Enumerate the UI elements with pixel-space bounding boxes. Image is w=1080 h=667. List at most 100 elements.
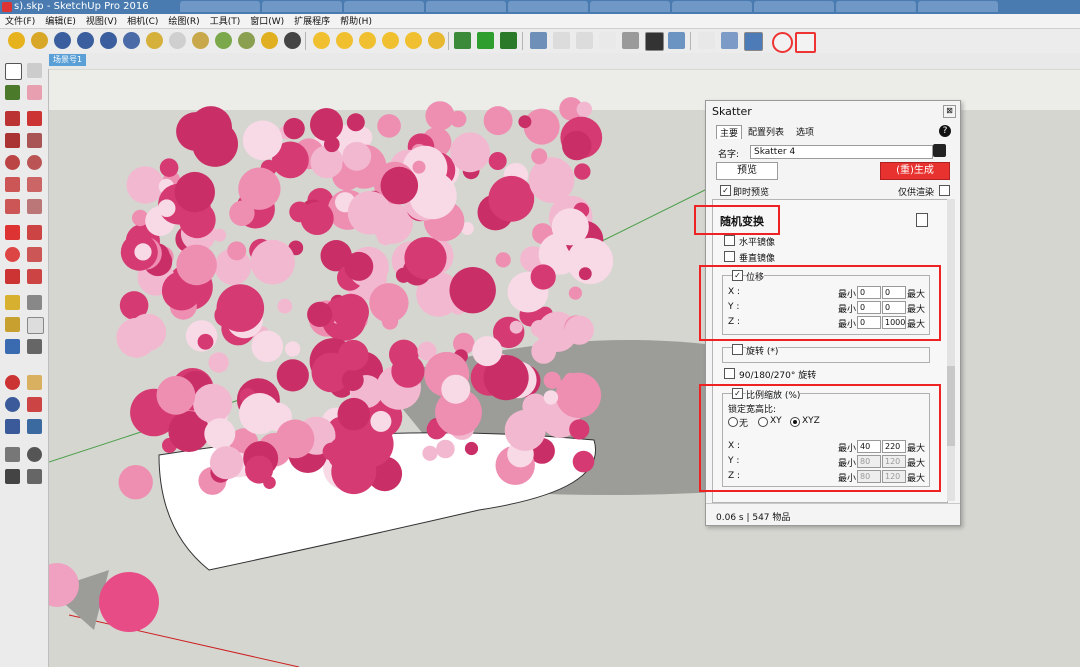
pie-icon[interactable]	[27, 199, 42, 214]
two-point-arc-icon[interactable]	[27, 177, 42, 192]
text-icon[interactable]	[27, 317, 44, 334]
section-plane-icon[interactable]	[721, 32, 738, 49]
menu-extensions[interactable]: 扩展程序	[289, 15, 335, 29]
live-preview-checkbox[interactable]: ✓	[720, 185, 731, 196]
dimension-icon[interactable]	[27, 295, 42, 310]
eraser-icon[interactable]	[27, 85, 42, 100]
tree-icon[interactable]	[238, 32, 255, 49]
menu-edit[interactable]: 编辑(E)	[40, 15, 81, 29]
light-bulb-icon[interactable]	[313, 32, 330, 49]
rotate-icon[interactable]	[5, 247, 20, 262]
shaded-icon[interactable]	[622, 32, 639, 49]
dome-light-icon[interactable]	[382, 32, 399, 49]
circle-icon[interactable]	[5, 155, 20, 170]
skatter-library-icon[interactable]	[477, 32, 494, 49]
look-around-icon[interactable]	[27, 447, 42, 462]
paint-bucket-icon[interactable]	[5, 85, 20, 100]
box-icon[interactable]	[530, 32, 547, 49]
component-icon[interactable]	[27, 63, 42, 78]
scrollbar-thumb[interactable]	[947, 366, 955, 446]
preview-button[interactable]: 预览	[716, 162, 778, 180]
menu-draw[interactable]: 绘图(R)	[163, 15, 204, 29]
spot-light-icon[interactable]	[336, 32, 353, 49]
freehand-icon[interactable]	[27, 111, 42, 126]
menu-camera[interactable]: 相机(C)	[122, 15, 163, 29]
menu-view[interactable]: 视图(V)	[81, 15, 122, 29]
rectangle-icon[interactable]	[5, 133, 20, 148]
rotated-rectangle-icon[interactable]	[27, 133, 42, 148]
tape-measure-icon[interactable]	[5, 295, 20, 310]
plant-icon[interactable]	[215, 32, 232, 49]
box-outline-icon[interactable]	[553, 32, 570, 49]
settings-icon[interactable]	[261, 32, 278, 49]
save-icon[interactable]	[933, 144, 946, 157]
cone-light-icon[interactable]	[359, 32, 376, 49]
skatter-tools-icon[interactable]	[500, 32, 517, 49]
scrollbar-track[interactable]	[947, 199, 955, 501]
sphere	[227, 241, 247, 261]
gear-icon[interactable]	[772, 32, 793, 53]
scale-icon[interactable]	[5, 269, 20, 284]
render-m-icon[interactable]	[8, 32, 25, 49]
line-icon[interactable]	[5, 111, 20, 126]
hidden-line-icon[interactable]	[599, 32, 616, 49]
protractor-icon[interactable]	[5, 317, 20, 332]
3d-text-icon[interactable]	[27, 339, 42, 354]
menu-help[interactable]: 帮助(H)	[335, 15, 377, 29]
tag-icon[interactable]	[146, 32, 163, 49]
collapse-icon[interactable]	[916, 213, 928, 227]
push-pull-icon[interactable]	[27, 225, 42, 240]
position-camera-icon[interactable]	[5, 447, 20, 462]
sun-icon[interactable]	[405, 32, 422, 49]
zoom-extents-icon[interactable]	[5, 419, 20, 434]
mirror-h-checkbox[interactable]	[724, 235, 735, 246]
rotation-90-checkbox[interactable]	[724, 368, 735, 379]
zoom-icon[interactable]	[5, 397, 20, 412]
arc-icon[interactable]	[5, 177, 20, 192]
render-br-icon[interactable]	[100, 32, 117, 49]
scene-tab[interactable]: 场景号1	[49, 54, 87, 66]
section-display-icon[interactable]	[744, 32, 763, 51]
menu-tools[interactable]: 工具(T)	[205, 15, 246, 29]
menu-file[interactable]: 文件(F)	[0, 15, 40, 29]
light-icon[interactable]	[192, 32, 209, 49]
pause-icon[interactable]	[284, 32, 301, 49]
textured-icon[interactable]	[645, 32, 664, 51]
help-icon[interactable]: ?	[939, 125, 951, 137]
close-icon[interactable]: ⊠	[943, 105, 956, 118]
material-icon[interactable]	[31, 32, 48, 49]
three-point-arc-icon[interactable]	[5, 199, 20, 214]
orbit-icon[interactable]	[5, 375, 20, 390]
grid-icon[interactable]	[795, 32, 816, 53]
zoom-window-icon[interactable]	[27, 397, 42, 412]
polygon-icon[interactable]	[27, 155, 42, 170]
menu-window[interactable]: 窗口(W)	[245, 15, 289, 29]
pan-icon[interactable]	[27, 375, 42, 390]
move-icon[interactable]	[5, 225, 20, 240]
wireframe-icon[interactable]	[576, 32, 593, 49]
monochrome-icon[interactable]	[668, 32, 685, 49]
select-arrow-icon[interactable]	[5, 63, 22, 80]
tab-presets[interactable]: 配置列表	[748, 125, 784, 138]
light-edit-icon[interactable]	[428, 32, 445, 49]
sphere	[310, 145, 344, 179]
sphere-icon[interactable]	[169, 32, 186, 49]
axes-icon[interactable]	[698, 32, 715, 49]
rotation-checkbox[interactable]	[732, 344, 743, 355]
mirror-v-checkbox[interactable]	[724, 251, 735, 262]
axes-tool-icon[interactable]	[5, 339, 20, 354]
section-plane-tool-icon[interactable]	[27, 469, 42, 484]
offset-icon[interactable]	[27, 269, 42, 284]
tab-options[interactable]: 选项	[796, 125, 814, 138]
walk-icon[interactable]	[5, 469, 20, 484]
previous-view-icon[interactable]	[27, 419, 42, 434]
proxy-only-checkbox[interactable]	[939, 185, 950, 196]
tab-main[interactable]: 主要	[716, 125, 743, 139]
generate-button[interactable]: (重)生成	[880, 162, 950, 180]
help-render-icon[interactable]	[123, 32, 140, 49]
skatter-icon[interactable]	[454, 32, 471, 49]
render-rt-icon[interactable]	[77, 32, 94, 49]
render-r-icon[interactable]	[54, 32, 71, 49]
name-input[interactable]: Skatter 4	[750, 145, 933, 159]
follow-me-icon[interactable]	[27, 247, 42, 262]
